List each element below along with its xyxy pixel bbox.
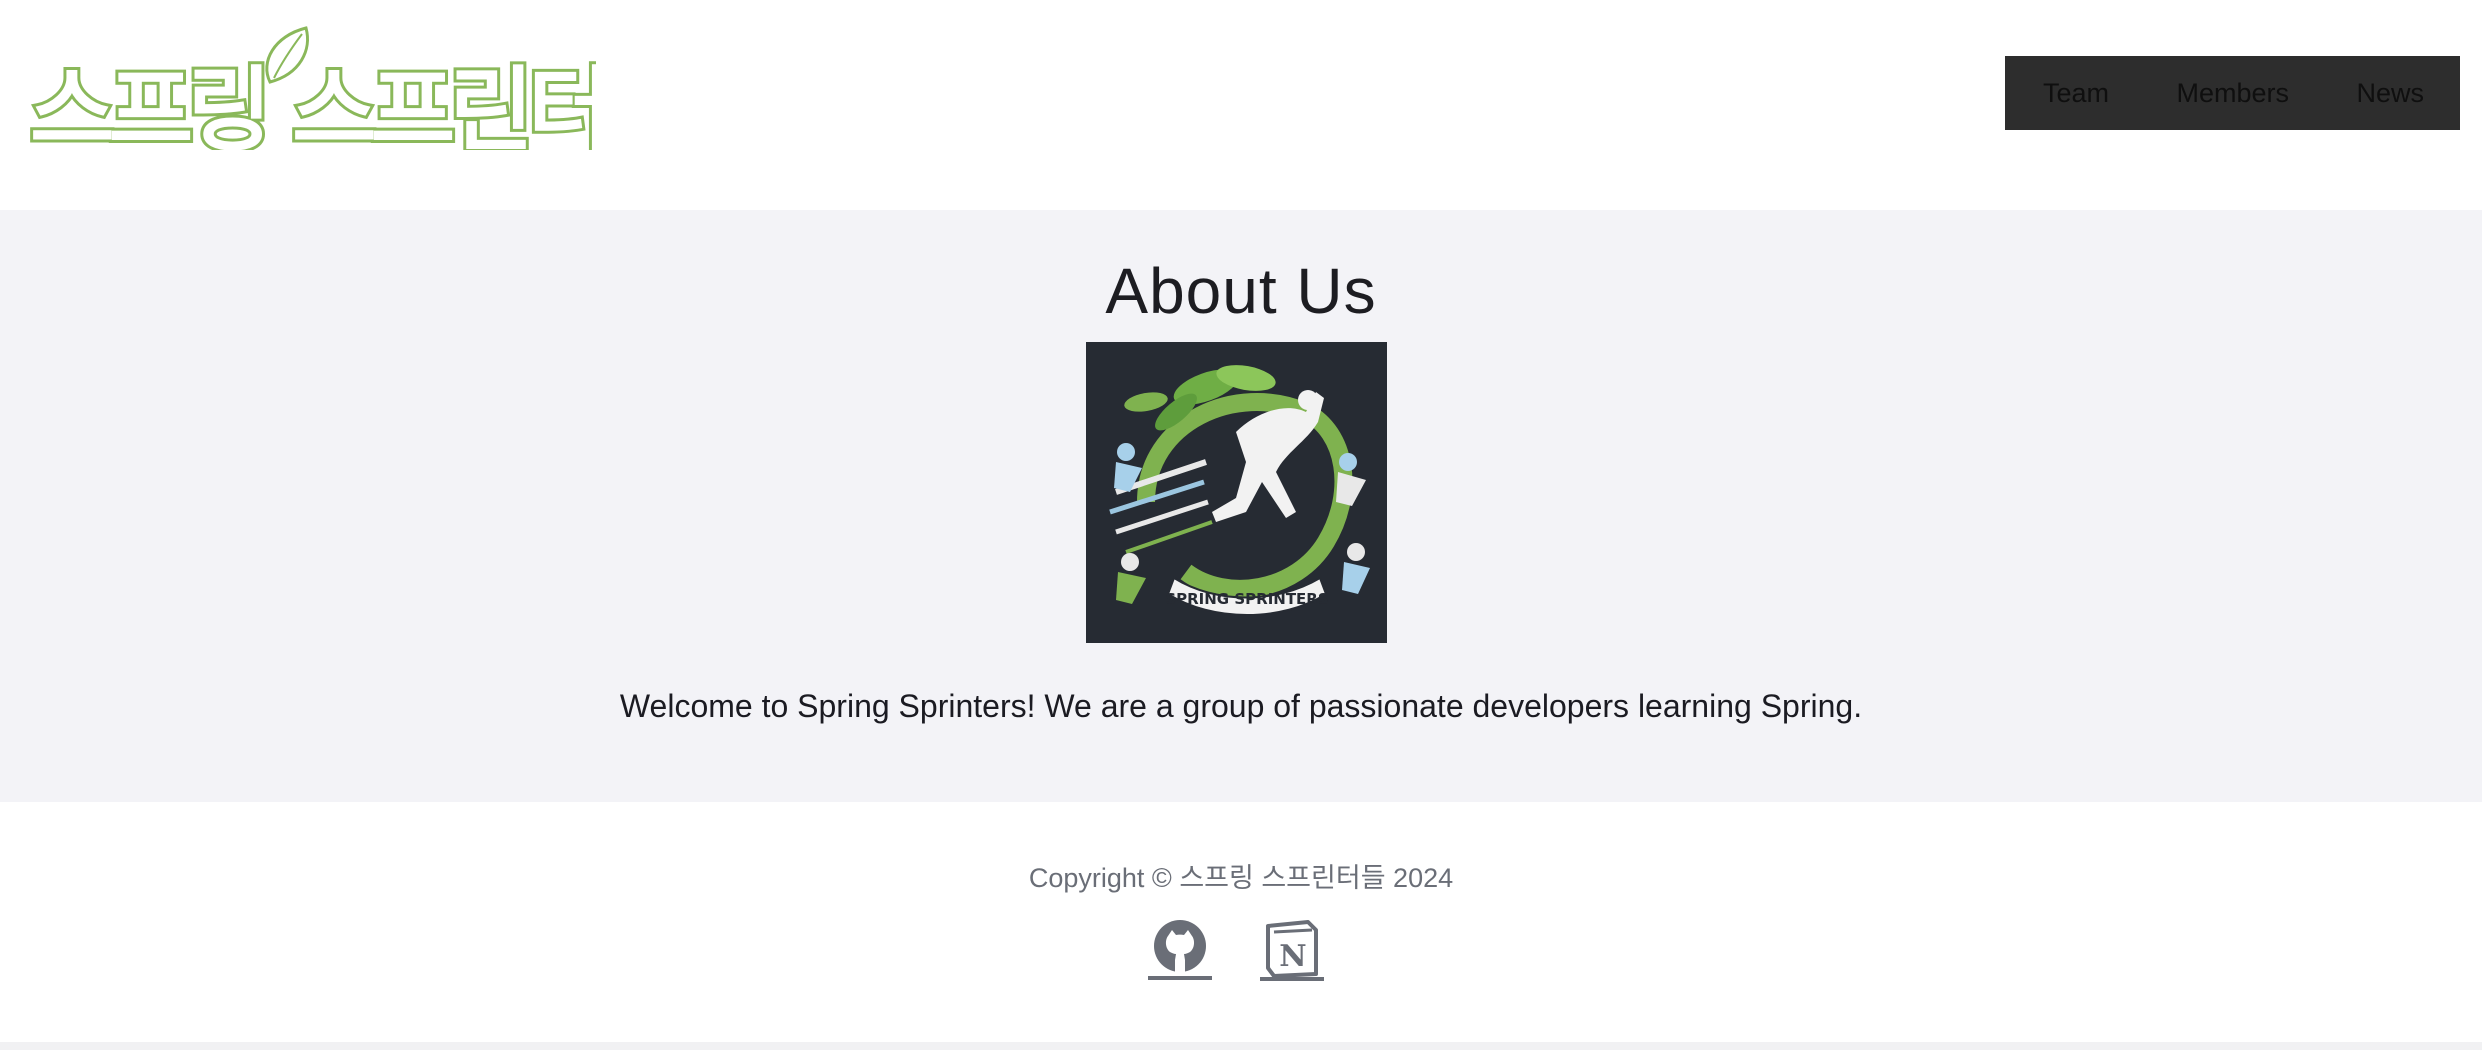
svg-text:N: N — [1279, 939, 1306, 974]
site-footer: Copyright © 스프링 스프린터들 2024 N — [0, 802, 2482, 1042]
welcome-text: Welcome to Spring Sprinters! We are a gr… — [619, 688, 1863, 724]
notion-icon: N — [1260, 920, 1324, 981]
svg-text:스프링 스프린터들: 스프링 스프린터들 — [30, 57, 596, 150]
notion-link[interactable]: N — [1260, 918, 1324, 982]
main-nav: Team Members News — [2005, 56, 2460, 130]
github-icon — [1148, 920, 1212, 980]
nav-members-link[interactable]: Members — [2176, 78, 2289, 109]
page-title: About Us — [1105, 255, 1377, 327]
site-header: 스프링 스프린터들 Team Members News — [0, 0, 2482, 210]
spring-sprinters-emblem: SPRING SPRINTERS — [1086, 342, 1387, 643]
copyright-text: Copyright © 스프링 스프린터들 2024 — [1028, 863, 1454, 893]
nav-news-link[interactable]: News — [2356, 78, 2424, 109]
nav-team-link[interactable]: Team — [2043, 78, 2109, 109]
github-link[interactable] — [1148, 918, 1212, 982]
page-bottom-strip — [0, 1042, 2482, 1050]
about-section: About Us SPRING SPRINTERS Welcome to Spr… — [0, 210, 2482, 802]
emblem-banner-text: SPRING SPRINTERS — [1165, 590, 1328, 608]
spring-sprinters-logo[interactable]: 스프링 스프린터들 — [28, 22, 596, 150]
